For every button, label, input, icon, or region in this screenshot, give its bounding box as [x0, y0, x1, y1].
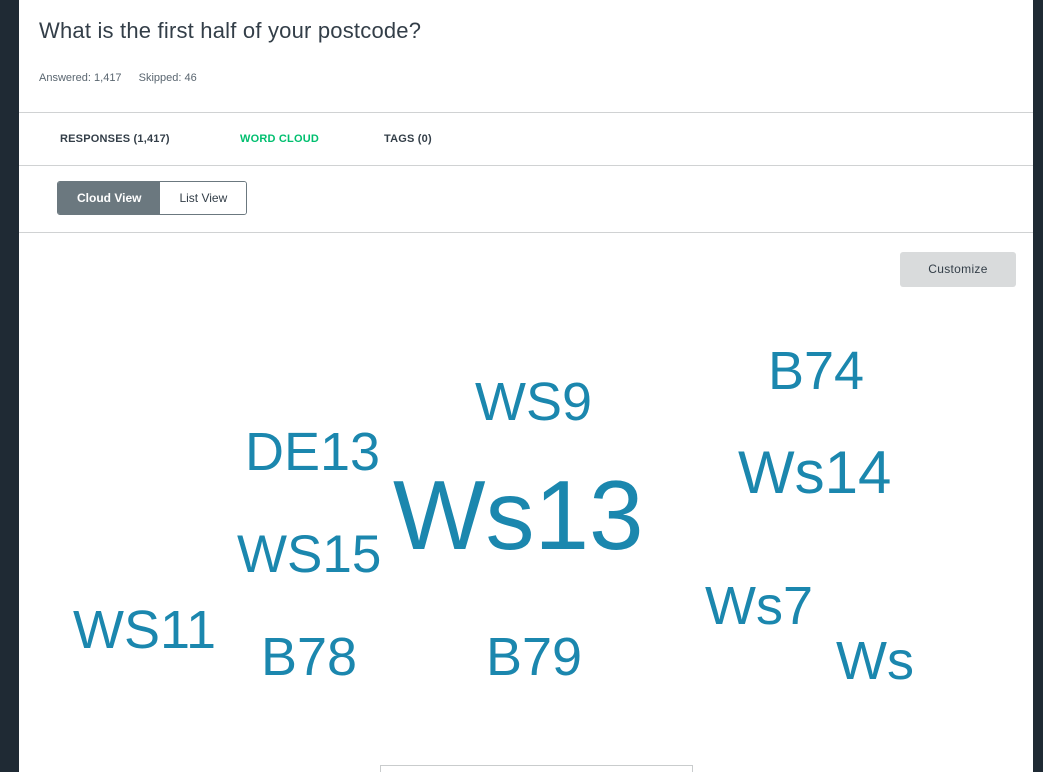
word-de13[interactable]: DE13: [245, 425, 380, 479]
response-stats: Answered: 1,417 Skipped: 46: [39, 72, 211, 84]
word-ws[interactable]: Ws: [836, 634, 914, 688]
bottom-panel: [380, 765, 693, 772]
view-toggle: Cloud View List View: [57, 181, 248, 215]
right-dark-edge: [1033, 0, 1043, 772]
word-b79[interactable]: B79: [486, 630, 582, 684]
question-header: What is the first half of your postcode?…: [19, 0, 1033, 113]
view-toolbar: Cloud View List View: [19, 166, 1033, 233]
skipped-count: Skipped: 46: [138, 72, 197, 84]
word-b78[interactable]: B78: [261, 630, 357, 684]
word-ws15[interactable]: WS15: [237, 528, 381, 581]
customize-button[interactable]: Customize: [900, 252, 1016, 287]
tab-tags[interactable]: TAGS (0): [384, 133, 432, 145]
cloud-view-button[interactable]: Cloud View: [58, 182, 161, 214]
tab-responses[interactable]: RESPONSES (1,417): [60, 133, 170, 145]
list-view-button[interactable]: List View: [160, 182, 247, 214]
tab-word-cloud[interactable]: WORD CLOUD: [240, 133, 319, 145]
word-ws14[interactable]: Ws14: [738, 443, 891, 503]
word-ws7[interactable]: Ws7: [705, 579, 813, 633]
word-ws9[interactable]: WS9: [475, 375, 592, 429]
answered-count: Answered: 1,417: [39, 72, 122, 84]
question-panel: What is the first half of your postcode?…: [19, 0, 1033, 772]
analysis-tabs: RESPONSES (1,417) WORD CLOUD TAGS (0): [19, 113, 1033, 166]
left-dark-edge: [0, 0, 19, 772]
question-title: What is the first half of your postcode?: [39, 18, 422, 43]
word-b74[interactable]: B74: [768, 344, 864, 398]
word-cloud: Ws13 WS9 B74 DE13 Ws14 WS15 Ws7 WS11 B78…: [19, 233, 1033, 772]
word-ws11[interactable]: WS11: [73, 603, 216, 657]
word-ws13[interactable]: Ws13: [393, 466, 644, 564]
